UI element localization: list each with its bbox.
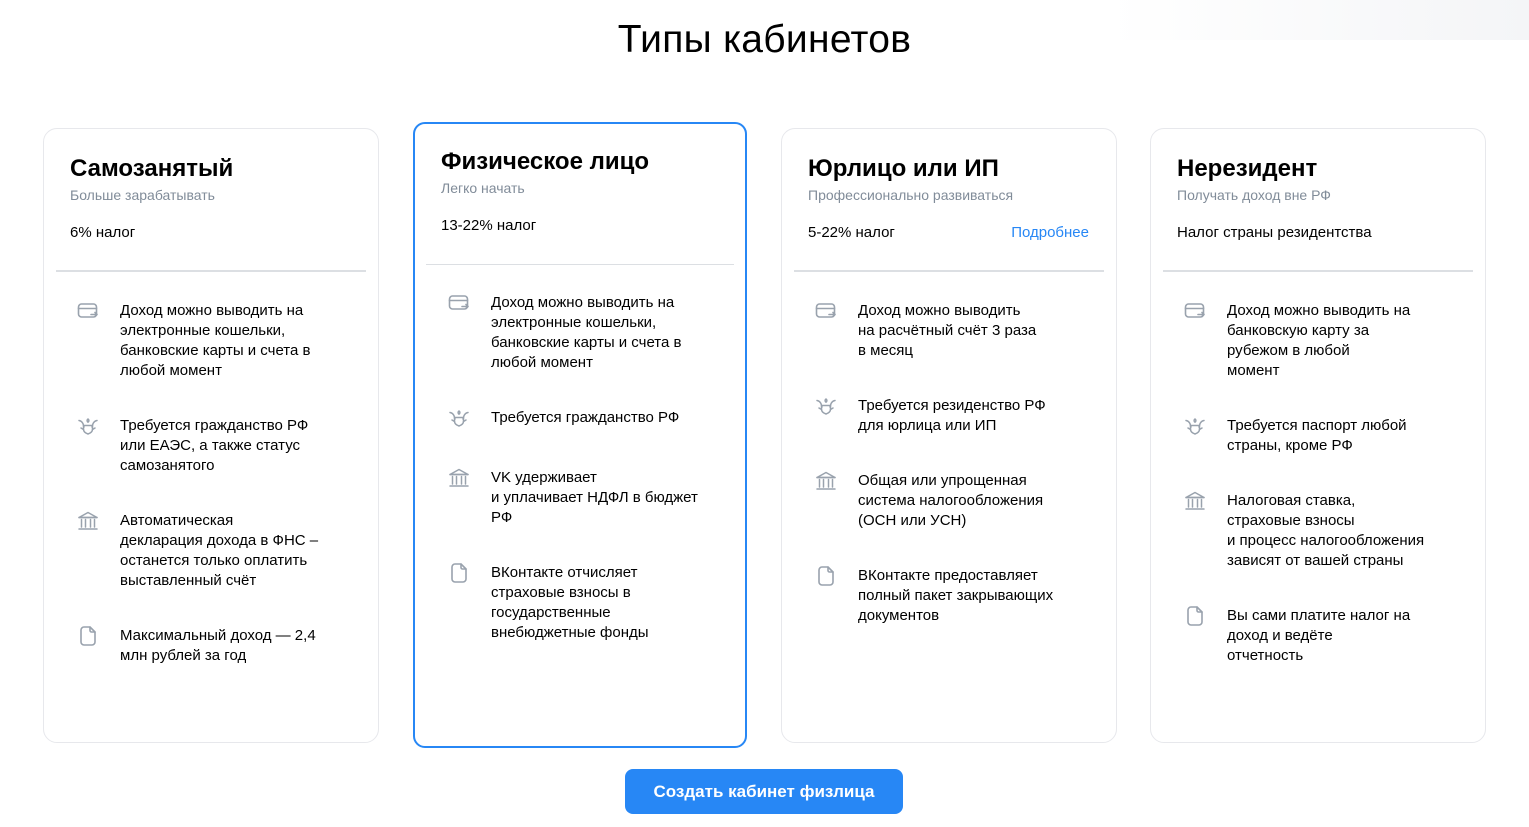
card-title: Самозанятый: [70, 155, 234, 182]
card-legal-entity[interactable]: Юрлицо или ИП Профессионально развиватьс…: [781, 128, 1117, 743]
feature-text: Вы сами платите налог на доход и ведёте …: [1227, 607, 1411, 664]
document-icon: [1183, 604, 1207, 628]
feature-text: Требуется гражданство РФ: [491, 409, 680, 426]
feature-item: Автоматическая декларация дохода в ФНС –…: [76, 511, 358, 591]
feature-item: VK удерживает и уплачивает НДФЛ в бюджет…: [447, 468, 725, 528]
card-self-employed[interactable]: Самозанятый Больше зарабатывать 6% налог…: [43, 128, 379, 743]
feature-text: Автоматическая декларация дохода в ФНС –…: [120, 512, 319, 589]
feature-item: Вы сами платите налог на доход и ведёте …: [1183, 606, 1465, 666]
feature-text: Доход можно выводить на банковскую карту…: [1227, 302, 1411, 379]
card-subtitle: Легко начать: [441, 180, 525, 196]
document-icon: [76, 624, 100, 648]
card-tax-rate: 5-22% налог: [808, 224, 895, 241]
card-subtitle: Профессионально развиваться: [808, 187, 1014, 203]
card-divider: [794, 270, 1104, 272]
feature-item: ВКонтакте предоставляет полный пакет зак…: [814, 566, 1096, 626]
feature-text: Максимальный доход — 2,4 млн рублей за г…: [120, 627, 316, 664]
card-transfer-icon: [447, 291, 471, 315]
feature-item: Требуется гражданство РФ: [447, 408, 725, 430]
document-icon: [814, 564, 838, 588]
card-tax-rate: 13-22% налог: [441, 217, 537, 234]
card-individual[interactable]: Физическое лицо Легко начать 13-22% нало…: [413, 122, 747, 748]
coat-of-arms-icon: [447, 406, 471, 430]
feature-text: Налоговая ставка, страховые взносы и про…: [1227, 492, 1425, 569]
bank-icon: [1183, 489, 1207, 513]
feature-item: Доход можно выводить на электронные коше…: [447, 293, 725, 373]
feature-text: ВКонтакте предоставляет полный пакет зак…: [858, 567, 1054, 624]
feature-text: Доход можно выводить на электронные коше…: [120, 302, 311, 379]
card-divider: [1163, 270, 1473, 272]
card-subtitle: Получать доход вне РФ: [1177, 187, 1331, 203]
feature-item: Общая или упрощенная система налогооблож…: [814, 471, 1096, 531]
coat-of-arms-icon: [1183, 414, 1207, 438]
feature-item: Доход можно выводить на расчётный счёт 3…: [814, 301, 1096, 361]
feature-item: Доход можно выводить на электронные коше…: [76, 301, 358, 381]
feature-text: Доход можно выводить на электронные коше…: [491, 294, 682, 371]
feature-text: Требуется гражданство РФ или ЕАЭС, а так…: [120, 417, 309, 474]
page-title: Типы кабинетов: [617, 18, 912, 61]
feature-item: Требуется паспорт любой страны, кроме РФ: [1183, 416, 1465, 456]
card-tax-rate: 6% налог: [70, 224, 136, 241]
card-tax-rate: Налог страны резидентства: [1177, 224, 1372, 241]
card-non-resident[interactable]: Нерезидент Получать доход вне РФ Налог с…: [1150, 128, 1486, 743]
card-subtitle: Больше зарабатывать: [70, 187, 215, 203]
feature-text: VK удерживает и уплачивает НДФЛ в бюджет…: [491, 469, 698, 526]
bank-icon: [447, 466, 471, 490]
more-details-link[interactable]: Подробнее: [1011, 223, 1089, 243]
feature-text: Требуется резиденство РФ для юрлица или …: [858, 397, 1046, 434]
card-divider: [426, 264, 734, 265]
document-icon: [447, 561, 471, 585]
card-transfer-icon: [1183, 299, 1207, 323]
card-title: Юрлицо или ИП: [808, 155, 999, 182]
feature-text: Требуется паспорт любой страны, кроме РФ: [1227, 417, 1407, 454]
card-transfer-icon: [814, 299, 838, 323]
page: Типы кабинетов Самозанятый Больше зараба…: [0, 0, 1529, 827]
feature-item: Налоговая ставка, страховые взносы и про…: [1183, 491, 1465, 571]
feature-item: Доход можно выводить на банковскую карту…: [1183, 301, 1465, 381]
feature-item: ВКонтакте отчисляет страховые взносы в г…: [447, 563, 725, 643]
coat-of-arms-icon: [76, 414, 100, 438]
feature-item: Максимальный доход — 2,4 млн рублей за г…: [76, 626, 358, 666]
bank-icon: [76, 509, 100, 533]
card-transfer-icon: [76, 299, 100, 323]
feature-text: ВКонтакте отчисляет страховые взносы в г…: [491, 564, 649, 641]
card-divider: [56, 270, 366, 272]
bank-icon: [814, 469, 838, 493]
card-title: Физическое лицо: [441, 148, 650, 175]
card-title: Нерезидент: [1177, 155, 1318, 182]
feature-text: Общая или упрощенная система налогооблож…: [858, 472, 1044, 529]
coat-of-arms-icon: [814, 394, 838, 418]
create-individual-cabinet-button[interactable]: Создать кабинет физлица: [625, 769, 903, 814]
feature-item: Требуется резиденство РФ для юрлица или …: [814, 396, 1096, 436]
feature-item: Требуется гражданство РФ или ЕАЭС, а так…: [76, 416, 358, 476]
feature-text: Доход можно выводить на расчётный счёт 3…: [858, 302, 1037, 359]
